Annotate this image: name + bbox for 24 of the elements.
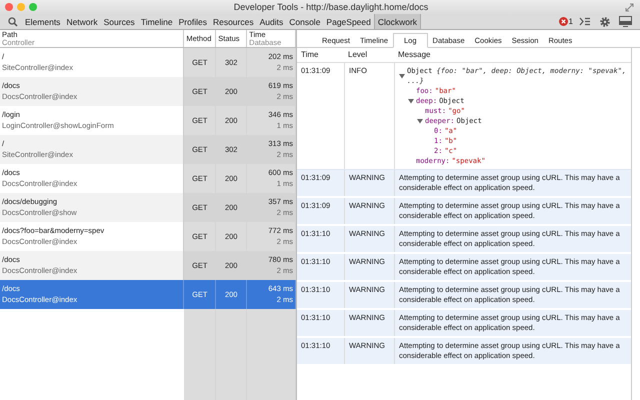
panel-tab[interactable]: Resources xyxy=(210,14,257,29)
panel-tab[interactable]: Console xyxy=(286,14,324,29)
panel-tab[interactable]: Elements xyxy=(22,14,64,29)
panel-tab[interactable]: Audits xyxy=(256,14,286,29)
column-header: Level xyxy=(347,49,368,61)
expand-triangle-icon[interactable] xyxy=(408,98,414,104)
error-icon[interactable] xyxy=(558,17,568,26)
panel-tab[interactable]: Network xyxy=(63,14,101,29)
settings-icon[interactable] xyxy=(599,16,611,28)
panel-tab[interactable]: Timeline xyxy=(138,14,176,29)
dock-icon[interactable] xyxy=(619,16,632,27)
console-prompt-icon[interactable] xyxy=(579,17,591,26)
panel-tab[interactable]: Clockwork xyxy=(374,14,422,29)
error-count: 1 xyxy=(568,17,573,26)
expand-triangle-icon[interactable] xyxy=(399,73,405,79)
column-header: Message xyxy=(397,49,432,61)
panel-tab[interactable]: Profiles xyxy=(176,14,210,29)
window-title: Developer Tools - http://base.daylight.home/docs xyxy=(232,2,430,12)
expand-triangle-icon[interactable] xyxy=(417,118,423,124)
search-icon[interactable] xyxy=(8,16,18,26)
resize-arrows-icon[interactable] xyxy=(625,2,634,12)
panel-tab[interactable]: Sources xyxy=(100,14,138,29)
panel-tab[interactable]: PageSpeed xyxy=(323,14,374,29)
column-header: Time xyxy=(300,49,320,61)
